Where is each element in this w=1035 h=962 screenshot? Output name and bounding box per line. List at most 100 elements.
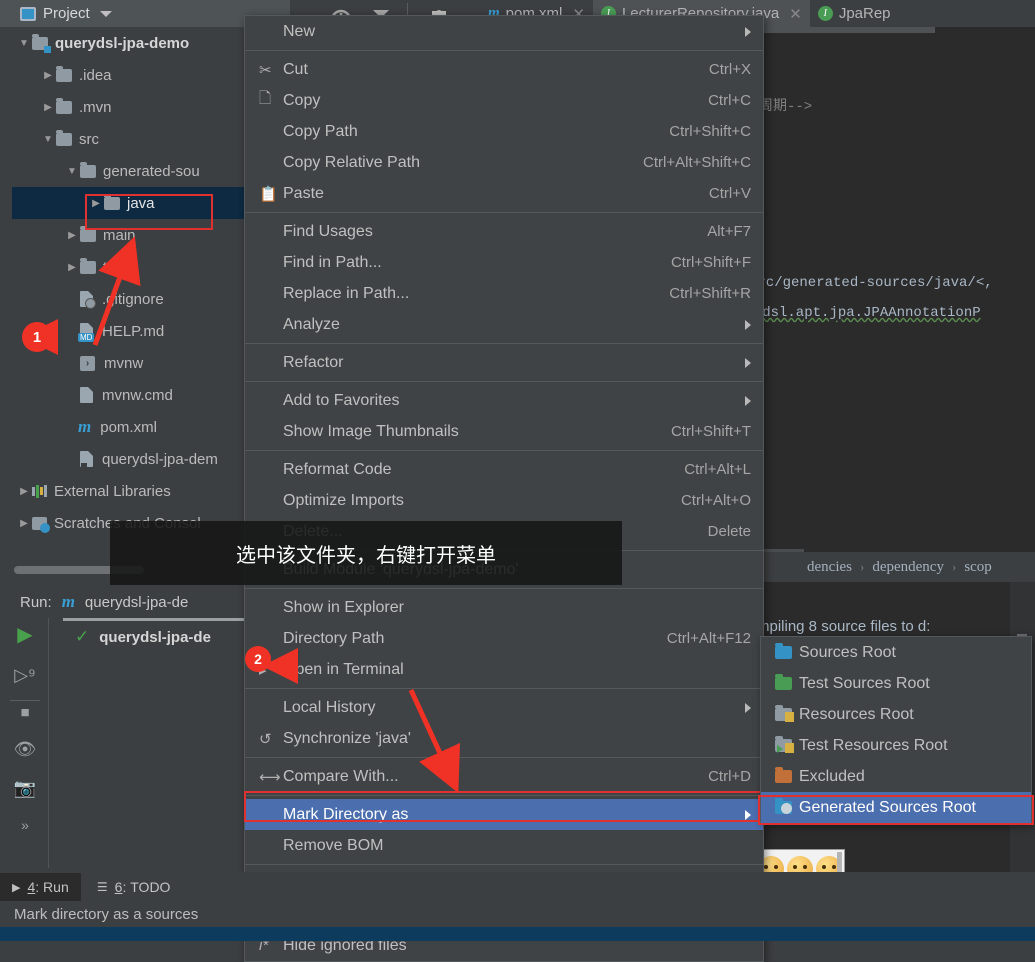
run-label: Run: [20, 593, 52, 611]
breadcrumb[interactable]: dencies › dependency › scop [755, 552, 1035, 582]
chevron-right-icon[interactable]: ▶ [40, 102, 56, 113]
run-tree-item-label: querydsl-jpa-de [99, 628, 211, 646]
tree-node-label: querydsl-jpa-demo [55, 34, 190, 52]
menu-item-new[interactable]: New [245, 16, 763, 47]
submenu-item-label: Excluded [799, 767, 865, 785]
clipboard-icon: 📋 [259, 185, 278, 203]
rerun-failed-tests-icon[interactable]: ▷⁹ [14, 665, 36, 686]
run-icon: ▶ [12, 881, 21, 894]
menu-item-label: Copy Relative Path [283, 153, 420, 171]
breadcrumb-segment-scope[interactable]: scop [964, 559, 992, 576]
menu-item-replace-in-path[interactable]: Replace in Path... Ctrl+Shift+R [245, 278, 763, 309]
rerun-icon[interactable]: ▶ [17, 622, 32, 647]
status-bar-text: Mark directory as a sources [14, 905, 199, 923]
menu-item-analyze[interactable]: Analyze [245, 309, 763, 340]
submenu-item-excluded[interactable]: Excluded [761, 761, 1031, 792]
menu-item-copy-relative-path[interactable]: Copy Relative Path Ctrl+Alt+Shift+C [245, 147, 763, 178]
folder-icon [56, 129, 72, 146]
stop-icon[interactable]: ■ [20, 704, 29, 721]
chevron-down-icon[interactable]: ▼ [40, 134, 56, 145]
menu-separator [245, 50, 763, 51]
menu-item-label: Remove BOM [283, 836, 384, 854]
menu-item-copy[interactable]: 🗋 Copy Ctrl+C [245, 85, 763, 116]
menu-item-label: Local History [283, 698, 376, 716]
tool-window-tab-run[interactable]: ▶ 4: Run [0, 872, 81, 902]
taskbar [0, 927, 1035, 941]
tree-node-label: querydsl-jpa-dem [102, 450, 218, 468]
menu-item-copy-path[interactable]: Copy Path Ctrl+Shift+C [245, 116, 763, 147]
menu-item-local-history[interactable]: Local History [245, 692, 763, 723]
menu-item-refactor[interactable]: Refactor [245, 347, 763, 378]
tree-node-label: .gitignore [102, 290, 164, 308]
menu-item-synchronize-java[interactable]: ↺ Synchronize 'java' [245, 723, 763, 754]
libraries-icon [32, 484, 47, 498]
run-toolbar-divider [10, 700, 40, 701]
menu-item-open-in-terminal[interactable]: ▸ Open in Terminal [245, 654, 763, 685]
java-folder-highlight-box [85, 194, 213, 230]
menu-item-cut[interactable]: ✂ Cut Ctrl+X [245, 54, 763, 85]
tree-node-label: src [79, 130, 99, 148]
menu-item-compare-with[interactable]: ⟷ Compare With... Ctrl+D [245, 761, 763, 792]
console-line: mpiling 8 source files to d: [757, 618, 931, 635]
breadcrumb-segment-dependency[interactable]: dependency [872, 559, 944, 576]
menu-item-find-usages[interactable]: Find Usages Alt+F7 [245, 216, 763, 247]
menu-item-label: Paste [283, 184, 324, 202]
tree-node-label: .idea [79, 66, 112, 84]
toggle-soft-wrap-icon[interactable]: 👁 [14, 739, 37, 760]
tool-window-tab-todo[interactable]: ☰ 6: TODO [85, 872, 183, 901]
menu-item-directory-path[interactable]: Directory Path Ctrl+Alt+F12 [245, 623, 763, 654]
run-tree-item[interactable]: ✓ querydsl-jpa-de [75, 627, 211, 647]
chevron-down-icon[interactable]: ▼ [64, 166, 80, 177]
editor-tab-jpa-repository[interactable]: I JpaRep [810, 0, 899, 27]
excluded-folder-icon [775, 767, 799, 783]
submenu-item-label: Sources Root [799, 643, 896, 661]
annotation-tooltip: 选中该文件夹，右键打开菜单 [110, 521, 622, 585]
menu-item-label: Reformat Code [283, 460, 392, 478]
sources-root-folder-icon [775, 643, 799, 659]
submenu-item-label: Resources Root [799, 705, 914, 723]
submenu-item-test-sources-root[interactable]: Test Sources Root [761, 668, 1031, 699]
chevron-right-icon[interactable]: ▶ [64, 230, 80, 241]
chevron-right-icon[interactable]: ▶ [40, 70, 56, 81]
chevron-down-icon[interactable]: ▼ [16, 38, 32, 49]
todo-icon: ☰ [96, 879, 108, 894]
print-icon[interactable]: 📷 [14, 778, 36, 799]
menu-item-show-in-explorer[interactable]: Show in Explorer [245, 592, 763, 623]
menu-item-label: Add to Favorites [283, 391, 400, 409]
submenu-item-test-resources-root[interactable]: Test Resources Root [761, 730, 1031, 761]
menu-item-remove-bom[interactable]: Remove BOM [245, 830, 763, 861]
menu-item-shortcut: Ctrl+Alt+F12 [666, 630, 751, 647]
breadcrumb-segment-dependencies[interactable]: dencies [807, 559, 852, 576]
close-icon[interactable]: ✕ [789, 5, 802, 23]
chevron-down-icon[interactable] [99, 10, 112, 17]
menu-item-add-to-favorites[interactable]: Add to Favorites [245, 385, 763, 416]
menu-item-label: New [283, 22, 316, 40]
chevron-right-icon[interactable]: ▶ [64, 262, 80, 273]
menu-item-label: Show in Explorer [283, 598, 404, 616]
more-options-icon[interactable]: » [21, 817, 29, 833]
menu-item-find-in-path[interactable]: Find in Path... Ctrl+Shift+F [245, 247, 763, 278]
compare-icon: ⟷ [259, 768, 281, 786]
run-config-name[interactable]: querydsl-jpa-de [85, 594, 188, 611]
submenu-item-label: Test Resources Root [799, 736, 948, 754]
chevron-right-icon[interactable]: ▶ [16, 518, 32, 529]
scratches-icon [32, 516, 50, 533]
folder-icon [56, 65, 72, 82]
menu-item-show-image-thumbnails[interactable]: Show Image Thumbnails Ctrl+Shift+T [245, 416, 763, 447]
menu-item-label: Open in Terminal [283, 660, 404, 678]
submenu-item-resources-root[interactable]: Resources Root [761, 699, 1031, 730]
submenu-arrow-icon [745, 357, 751, 368]
menu-item-reformat-code[interactable]: Reformat Code Ctrl+Alt+L [245, 454, 763, 485]
menu-item-shortcut: Delete [707, 523, 751, 540]
menu-separator [245, 757, 763, 758]
menu-separator [245, 381, 763, 382]
menu-item-paste[interactable]: 📋 Paste Ctrl+V [245, 178, 763, 209]
code-editor[interactable]: 命周期--> al> src/generated-sources/java/<,… [731, 27, 1035, 552]
menu-item-label: Copy Path [283, 122, 358, 140]
menu-item-shortcut: Ctrl+Alt+Shift+C [643, 154, 751, 171]
submenu-item-sources-root[interactable]: Sources Root [761, 637, 1031, 668]
menu-item-optimize-imports[interactable]: Optimize Imports Ctrl+Alt+O [245, 485, 763, 516]
chevron-right-icon[interactable]: ▶ [16, 486, 32, 497]
menu-separator [245, 588, 763, 589]
folder-icon [80, 161, 96, 178]
